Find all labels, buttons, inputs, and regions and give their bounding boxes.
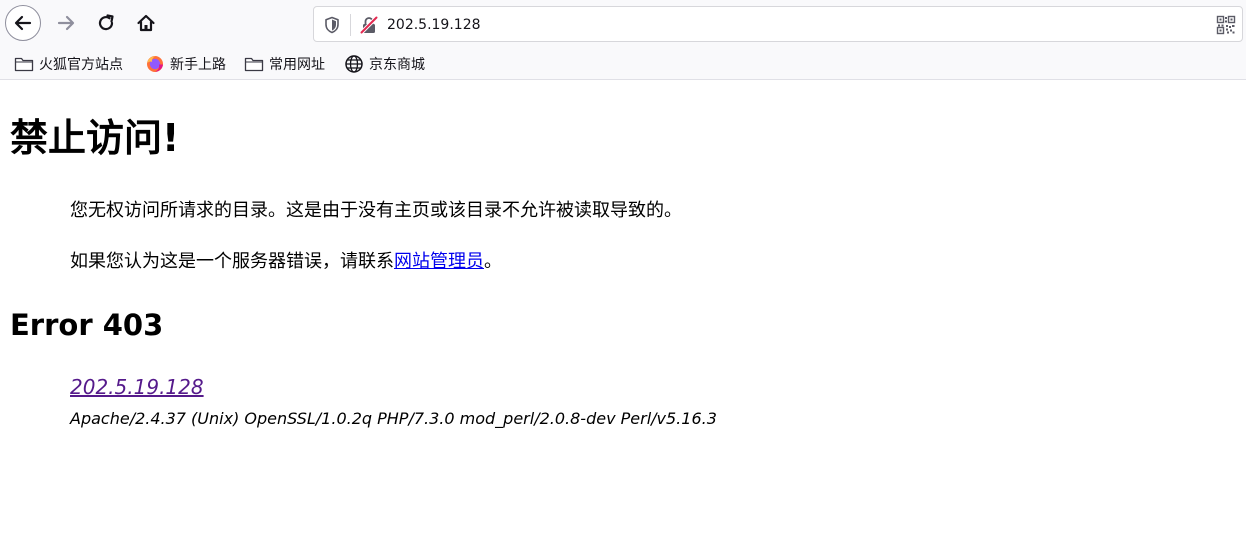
folder-icon — [244, 55, 264, 73]
arrow-left-icon — [14, 15, 32, 31]
server-signature: Apache/2.4.37 (Unix) OpenSSL/1.0.2q PHP/… — [70, 409, 717, 428]
bookmark-common-sites[interactable]: 常用网址 — [244, 52, 325, 76]
shield-icon[interactable] — [323, 16, 341, 34]
arrow-right-icon — [57, 15, 75, 31]
page-content: 禁止访问! 您无权访问所请求的目录。这是由于没有主页或该目录不允许被读取导致的。… — [0, 80, 1246, 560]
bookmark-label: 京东商城 — [369, 57, 425, 73]
home-button[interactable] — [128, 5, 164, 41]
page-title: 禁止访问! — [10, 116, 180, 160]
bookmarks-bar: 火狐官方站点 新手上路 常用网址 京东商城 — [0, 48, 1246, 80]
bookmark-label: 新手上路 — [170, 57, 226, 73]
bookmark-getting-started[interactable]: 新手上路 — [145, 52, 226, 76]
contact-suffix: 。 — [484, 251, 502, 272]
folder-icon — [14, 55, 34, 73]
reload-icon — [98, 14, 114, 31]
insecure-lock-icon[interactable] — [359, 15, 379, 35]
url-bar[interactable]: 202.5.19.128 — [313, 6, 1243, 42]
bookmark-jd-mall[interactable]: 京东商城 — [344, 52, 425, 76]
url-separator — [350, 14, 351, 36]
bookmark-label: 常用网址 — [269, 57, 325, 73]
contact-admin-text: 如果您认为这是一个服务器错误，请联系网站管理员。 — [70, 249, 502, 275]
server-address-link[interactable]: 202.5.19.128 — [70, 373, 204, 401]
bookmark-firefox-official[interactable]: 火狐官方站点 — [14, 52, 123, 76]
reload-button[interactable] — [88, 5, 124, 41]
contact-prefix: 如果您认为这是一个服务器错误，请联系 — [70, 251, 394, 272]
error-code-heading: Error 403 — [10, 308, 164, 342]
globe-icon — [344, 55, 364, 73]
bookmark-label: 火狐官方站点 — [39, 57, 123, 73]
back-button[interactable] — [5, 5, 41, 41]
browser-toolbar: 202.5.19.128 — [0, 0, 1246, 48]
forward-button[interactable] — [48, 5, 84, 41]
firefox-icon — [145, 55, 165, 73]
home-icon — [137, 14, 155, 32]
error-description: 您无权访问所请求的目录。这是由于没有主页或该目录不允许被读取导致的。 — [70, 200, 682, 221]
url-text[interactable]: 202.5.19.128 — [387, 16, 481, 34]
qr-code-icon[interactable] — [1216, 15, 1236, 35]
webmaster-link[interactable]: 网站管理员 — [394, 251, 484, 272]
